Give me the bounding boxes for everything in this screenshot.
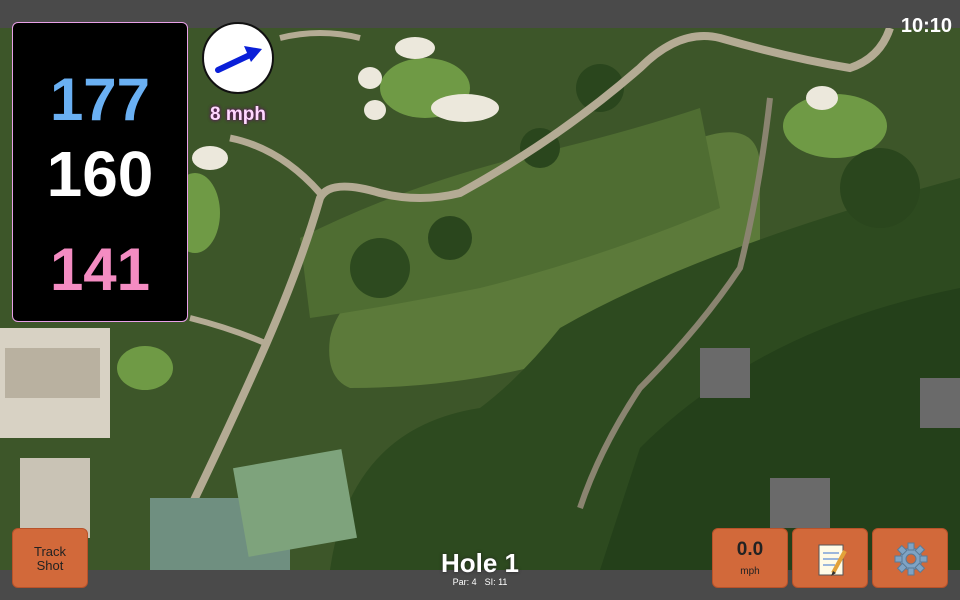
gear-icon bbox=[894, 542, 928, 576]
settings-button[interactable] bbox=[872, 528, 948, 588]
track-shot-label-line2: Shot bbox=[36, 558, 64, 573]
distance-middle: 160 bbox=[46, 138, 154, 210]
wind-indicator bbox=[202, 22, 274, 94]
distance-panel: 177 160 141 bbox=[12, 22, 188, 322]
track-shot-button[interactable]: Track Shot bbox=[12, 528, 88, 588]
wind-unit: mph bbox=[740, 566, 760, 577]
wind-value: 0.0 bbox=[736, 539, 764, 560]
distance-front: 141 bbox=[49, 236, 151, 303]
wind-arrow-icon bbox=[215, 46, 262, 73]
clock: 10:10 bbox=[900, 15, 952, 37]
wind-speed-button[interactable]: 0.0 mph bbox=[712, 528, 788, 588]
notes-button[interactable] bbox=[792, 528, 868, 588]
hole-info: Par: 4 SI: 11 bbox=[380, 577, 580, 587]
hole-stroke-index: SI: 11 bbox=[484, 577, 508, 587]
wind-speed-label: 8 mph bbox=[210, 104, 266, 125]
track-shot-label-line1: Track bbox=[33, 544, 67, 559]
notepad-icon bbox=[818, 544, 847, 576]
hole-par: Par: 4 bbox=[452, 577, 477, 587]
hole-title: Hole 1 bbox=[440, 548, 520, 578]
distance-back: 177 bbox=[49, 66, 151, 133]
